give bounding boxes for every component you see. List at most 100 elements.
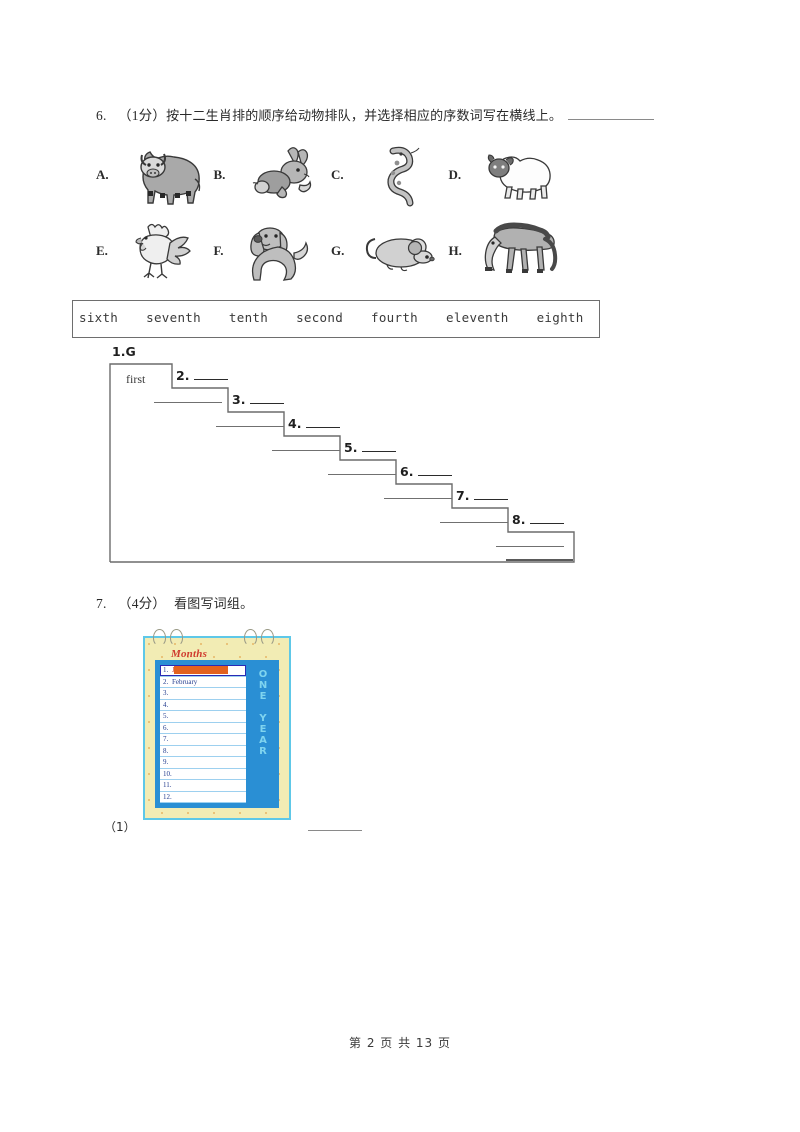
staircase-step-2-number: 2.: [176, 368, 190, 383]
question-6-answer-blank[interactable]: [568, 107, 655, 120]
word-bank-item[interactable]: eighth: [537, 310, 584, 325]
month-number: 4.: [163, 700, 169, 709]
side-letter: O: [258, 669, 268, 680]
word-bank-item[interactable]: fourth: [371, 310, 418, 325]
spiral-ring-icon: [261, 629, 274, 646]
staircase-answer-line-3[interactable]: [216, 426, 284, 427]
animal-letter-c: C.: [331, 167, 344, 182]
side-letter: E: [259, 691, 267, 702]
side-letter: Y: [259, 713, 267, 724]
question-6-heading: 6. （1分） 按十二生肖排的顺序给动物排队，并选择相应的序数词写在横线上。: [96, 104, 655, 124]
staircase-answer-line-2[interactable]: [154, 402, 222, 403]
month-number: 9.: [163, 758, 169, 766]
spiral-ring-icon: [153, 629, 166, 646]
animal-letter-a: A.: [96, 167, 109, 182]
staircase-step-4-label: 4.: [288, 416, 341, 431]
rat-icon: [353, 217, 445, 285]
list-item: 5.: [160, 711, 246, 723]
staircase-answer-line-7[interactable]: [440, 522, 508, 523]
list-item: 9.: [160, 757, 246, 769]
staircase-step-7-blank[interactable]: [474, 489, 509, 500]
question-7-text: 看图写词组。: [174, 597, 254, 612]
staircase-step-6-label: 6.: [400, 464, 453, 479]
snake-icon: [353, 141, 445, 209]
month-number: 3.: [163, 689, 169, 697]
staircase-first-word: first: [126, 372, 146, 386]
animal-option-a[interactable]: A.: [96, 140, 214, 210]
question-6-text: 按十二生肖排的顺序给动物排队，并选择相应的序数词写在横线上。: [166, 109, 563, 124]
question-7-number: 7.: [96, 596, 107, 611]
animal-option-c[interactable]: C.: [331, 140, 449, 210]
staircase-step-6-number: 6.: [400, 464, 414, 479]
notepad-title: Months: [171, 648, 208, 660]
month-number: 11.: [163, 781, 172, 789]
staircase-answer-line-6[interactable]: [384, 498, 452, 499]
animal-letter-e: E.: [96, 243, 108, 258]
question-7-heading: 7. （4分） 看图写词组。: [96, 592, 253, 612]
staircase-step-3-number: 3.: [232, 392, 246, 407]
month-number: 10.: [163, 769, 172, 778]
animal-option-e[interactable]: E.: [96, 216, 214, 286]
staircase-top-label: 1.G: [112, 344, 136, 359]
staircase-answer-line-5[interactable]: [328, 474, 396, 475]
month-number: 12.: [163, 792, 172, 801]
month-number: 2.: [163, 677, 169, 686]
list-item: 6.: [160, 723, 246, 734]
sub-question-1-answer-blank[interactable]: [308, 830, 362, 831]
staircase-step-2-blank[interactable]: [194, 369, 229, 380]
staircase-step-8-number: 8.: [512, 512, 526, 527]
animal-row-top: A. B. C. D.: [96, 140, 566, 210]
staircase-diagram: 1.G first 2. 3. 4. 5. 6. 7. 8.: [106, 344, 598, 568]
staircase-step-8-blank[interactable]: [530, 513, 565, 524]
staircase-step-8-label: 8.: [512, 512, 565, 527]
rabbit-icon: [236, 141, 328, 209]
question-7-score: （4分）: [118, 596, 167, 611]
staircase-step-4-blank[interactable]: [306, 417, 341, 428]
redaction-bar: [174, 666, 228, 674]
staircase-step-6-blank[interactable]: [418, 465, 453, 476]
animal-option-g[interactable]: G.: [331, 216, 449, 286]
staircase-step-3-label: 3.: [232, 392, 285, 407]
notepad-blue-panel: 1. January 2. February 3. 4.: [155, 660, 279, 808]
animal-letter-f: F.: [213, 243, 224, 258]
animal-letter-g: G.: [331, 243, 345, 258]
word-bank-list: sixth seventh tenth second fourth eleven…: [79, 310, 584, 325]
word-bank-item[interactable]: eleventh: [446, 310, 509, 325]
word-bank-item[interactable]: seventh: [146, 310, 201, 325]
staircase-answer-line-8[interactable]: [496, 546, 564, 547]
animal-option-d[interactable]: D.: [449, 140, 567, 210]
word-bank-item[interactable]: sixth: [79, 310, 118, 325]
spiral-ring-icon: [170, 629, 183, 646]
list-item: 11.: [160, 780, 246, 792]
animal-option-b[interactable]: B.: [214, 140, 332, 210]
staircase-step-5-blank[interactable]: [362, 441, 397, 452]
dog-icon: [236, 217, 328, 285]
notepad-side-text: O N E Y E A R: [252, 670, 274, 796]
list-item: 4.: [160, 700, 246, 711]
list-item: 10.: [160, 769, 246, 780]
list-item: 8.: [160, 746, 246, 757]
horse-icon: [471, 217, 563, 285]
month-name: February: [172, 677, 198, 686]
month-number: 6.: [163, 723, 169, 732]
staircase-step-5-label: 5.: [344, 440, 397, 455]
list-item: 3.: [160, 688, 246, 700]
staircase-step-7-number: 7.: [456, 488, 470, 503]
side-letter: A: [259, 735, 267, 746]
animal-option-f[interactable]: F.: [214, 216, 332, 286]
page-footer: 第 2 页 共 13 页: [349, 1036, 451, 1050]
months-notepad-image: Months 1. January 2. February 3.: [143, 629, 291, 820]
months-list: 1. January 2. February 3. 4.: [159, 664, 247, 804]
animal-row-bottom: E. F. G. H.: [96, 216, 566, 286]
staircase-answer-line-4[interactable]: [272, 450, 340, 451]
staircase-step-2-label: 2.: [176, 368, 229, 383]
ox-icon: [118, 141, 210, 209]
word-bank-item[interactable]: second: [296, 310, 343, 325]
staircase-step-7-label: 7.: [456, 488, 509, 503]
staircase-step-3-blank[interactable]: [250, 393, 285, 404]
list-item: 1. January: [160, 665, 246, 677]
animal-option-h[interactable]: H.: [449, 216, 567, 286]
word-bank-item[interactable]: tenth: [229, 310, 268, 325]
side-letter: E: [259, 724, 267, 735]
animal-letter-b: B.: [213, 167, 226, 182]
